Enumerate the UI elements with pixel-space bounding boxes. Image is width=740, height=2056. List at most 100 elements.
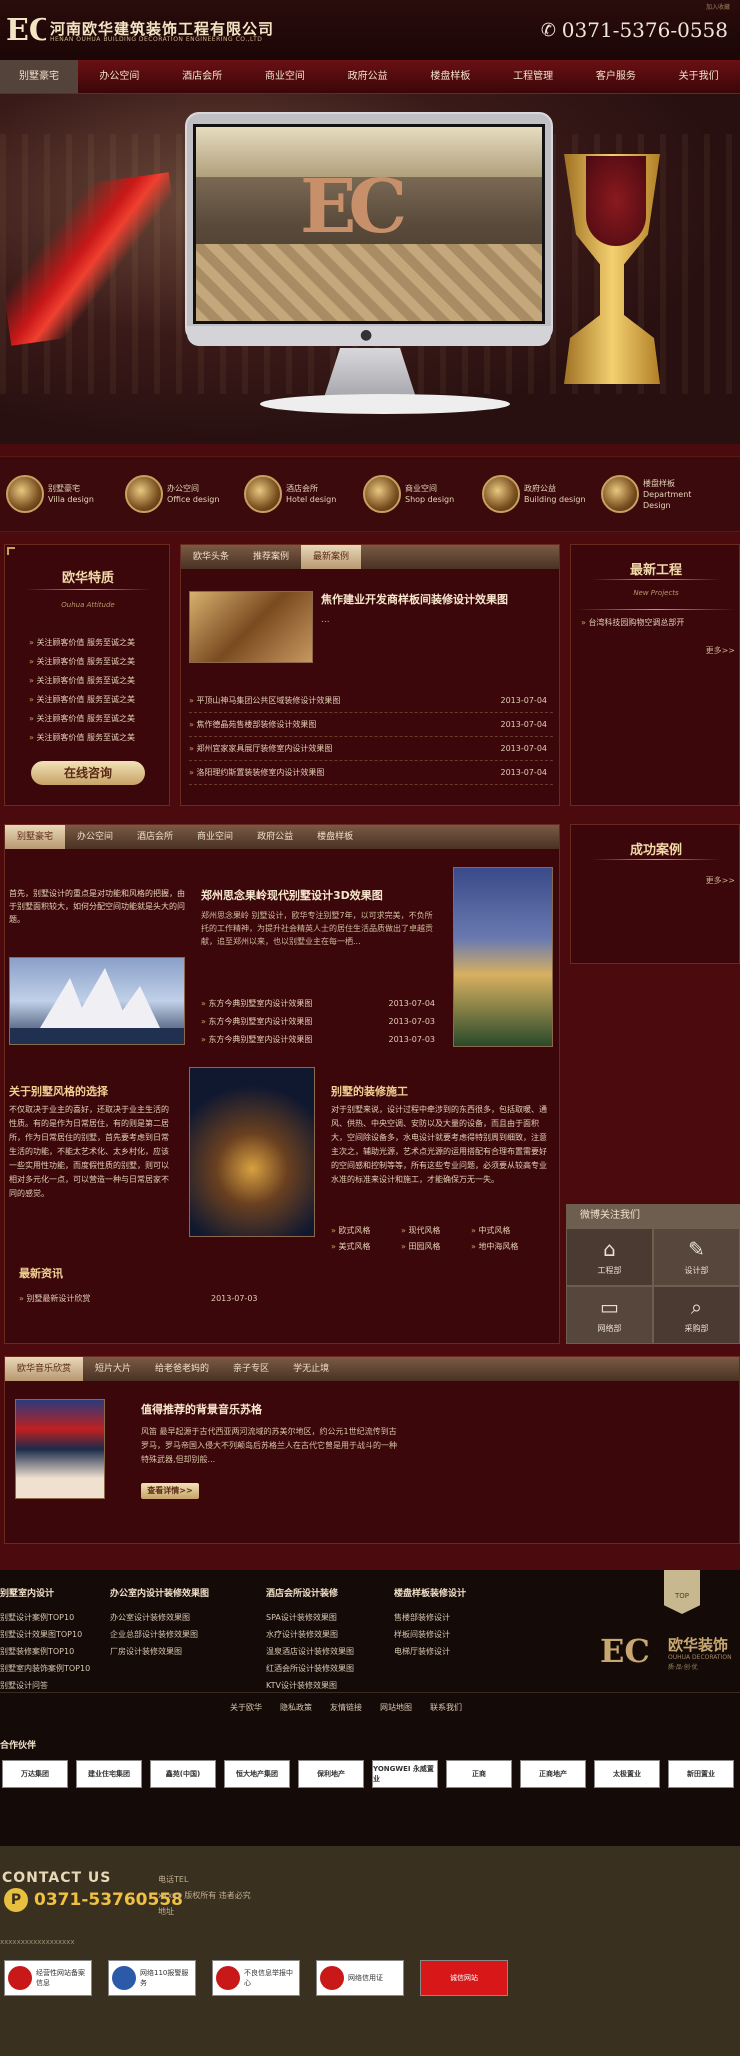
footer-link[interactable]: 厂房设计装修效果图 [110,1643,266,1660]
nav-item[interactable]: 客户服务 [575,60,658,93]
footer-bottom-link[interactable]: 友情链接 [330,1702,362,1713]
nav-item[interactable]: 工程管理 [492,60,575,93]
news-row[interactable]: 郑州宜家家具展厅装修室内设计效果图 2013-07-04 [189,737,553,761]
footer-link[interactable]: 红酒会所设计装修效果图 [266,1660,394,1677]
weibo-item[interactable]: ⌂ 工程部 [566,1228,653,1286]
footer-link[interactable]: 温泉酒店设计装修效果图 [266,1643,394,1660]
footer-bottom-link[interactable]: 联系我们 [430,1702,462,1713]
partner-logo[interactable]: 保利地产 [298,1760,364,1788]
success-more-link[interactable]: 更多>> [706,875,735,886]
features-item[interactable]: 关注顾客价值 服务至诚之美 [29,633,169,652]
online-consult-button[interactable]: 在线咨询 [31,761,145,785]
media-title[interactable]: 值得推荐的背景音乐苏格 [141,1401,262,1417]
footer-link[interactable]: 别墅室内装饰案例TOP10 [0,1660,110,1677]
style-tag[interactable]: 中式风格 [471,1223,541,1239]
footer-link[interactable]: 办公室设计装修效果图 [110,1609,266,1626]
city-night-image[interactable] [189,1067,315,1237]
partner-logo[interactable]: 建业住宅集团 [76,1760,142,1788]
style-tag[interactable]: 欧式风格 [331,1223,401,1239]
style-tag[interactable]: 地中海风格 [471,1239,541,1255]
footer-link[interactable]: SPA设计装修效果图 [266,1609,394,1626]
tab-item[interactable]: 给老爸老妈的 [143,1357,221,1381]
footer-link[interactable]: 样板间装修设计 [394,1626,514,1643]
case-row[interactable]: 东方今典别墅室内设计效果图 2013-07-04 [201,995,441,1013]
tab-item[interactable]: 欧华音乐欣赏 [5,1357,84,1381]
weibo-item[interactable]: ✎ 设计部 [653,1228,740,1286]
category-item[interactable]: 政府公益 Building design [482,457,601,531]
footer-link[interactable]: 企业总部设计装修效果图 [110,1626,266,1643]
tab-item[interactable]: 最新案例 [301,545,362,569]
footer-bottom-link[interactable]: 关于欧华 [230,1702,262,1713]
news-headline-image[interactable] [189,591,313,663]
nav-item[interactable]: 酒店会所 [161,60,244,93]
partner-logo[interactable]: YONGWEI 永威置业 [372,1760,438,1788]
footer-bottom-link[interactable]: 隐私政策 [280,1702,312,1713]
features-item[interactable]: 关注顾客价值 服务至诚之美 [29,690,169,709]
night-harbor-image[interactable] [453,867,553,1047]
trust-badge[interactable]: 网络信用证 [316,1960,404,1996]
banner[interactable]: EC ● [0,94,740,444]
latest-more-link[interactable]: 更多>> [706,645,735,656]
partner-logo[interactable]: 鑫苑(中国) [150,1760,216,1788]
tab-item[interactable]: 办公空间 [65,825,125,849]
category-item[interactable]: 商业空间 Shop design [363,457,482,531]
footer-link[interactable]: 售楼部装修设计 [394,1609,514,1626]
partner-logo[interactable]: 恒大地产集团 [224,1760,290,1788]
back-to-top-button[interactable]: TOP [664,1570,700,1614]
trust-badge[interactable]: 诚信网站 [420,1960,508,1996]
cases-feature-title[interactable]: 郑州思念果岭现代别墅设计3D效果图 [201,887,451,903]
category-item[interactable]: 楼盘样板 Department Design [601,457,720,531]
nav-item[interactable]: 办公空间 [78,60,161,93]
category-item[interactable]: 酒店会所 Hotel design [244,457,363,531]
tab-item[interactable]: 政府公益 [245,825,305,849]
tab-item[interactable]: 推荐案例 [241,545,301,569]
category-item[interactable]: 办公空间 Office design [125,457,244,531]
partner-logo[interactable]: 正商地产 [520,1760,586,1788]
tab-item[interactable]: 别墅豪宅 [5,825,66,849]
nav-item[interactable]: 关于我们 [657,60,740,93]
partner-logo[interactable]: 万达集团 [2,1760,68,1788]
style-title[interactable]: 关于别墅风格的选择 [9,1083,108,1099]
footer-link[interactable]: 别墅设计案例TOP10 [0,1609,110,1626]
news-row[interactable]: 平顶山神马集团公共区域装修设计效果图 2013-07-04 [189,689,553,713]
cases-news-item[interactable]: 别墅最新设计欣赏 [19,1289,189,1308]
features-item[interactable]: 关注顾客价值 服务至诚之美 [29,671,169,690]
tab-item[interactable]: 短片大片 [83,1357,143,1381]
media-details-button[interactable]: 查看详情>> [141,1483,199,1499]
partner-logo[interactable]: 正商 [446,1760,512,1788]
tab-item[interactable]: 亲子专区 [221,1357,281,1381]
nav-item[interactable]: 政府公益 [326,60,409,93]
top-links[interactable]: 加入收藏 [706,2,730,11]
news-row[interactable]: 焦作德晶苑售楼部装修设计效果图 2013-07-04 [189,713,553,737]
weibo-item[interactable]: ⌕ 采购部 [653,1286,740,1344]
footer-bottom-link[interactable]: 网站地图 [380,1702,412,1713]
news-headline[interactable]: 焦作建业开发商样板间装修设计效果图 [321,591,551,607]
news-row[interactable]: 洛阳理约斯置装装修室内设计效果图 2013-07-04 [189,761,553,785]
weibo-item[interactable]: ▭ 网络部 [566,1286,653,1344]
logo[interactable]: EC [6,12,53,48]
tab-item[interactable]: 学无止境 [281,1357,341,1381]
nav-item[interactable]: 楼盘样板 [409,60,492,93]
features-item[interactable]: 关注顾客价值 服务至诚之美 [29,652,169,671]
tab-item[interactable]: 欧华头条 [181,545,241,569]
footer-link[interactable]: 别墅设计效果图TOP10 [0,1626,110,1643]
nav-item[interactable]: 商业空间 [244,60,327,93]
latest-item[interactable]: 台湾科技园购物空调总部开 [581,613,737,632]
nav-item[interactable]: 别墅豪宅 [0,60,78,93]
features-item[interactable]: 关注顾客价值 服务至诚之美 [29,728,169,747]
category-item[interactable]: 别墅豪宅 Villa design [6,457,125,531]
style-tag[interactable]: 美式风格 [331,1239,401,1255]
trust-badge[interactable]: 不良信息举报中心 [212,1960,300,1996]
tab-item[interactable]: 楼盘样板 [305,825,365,849]
trust-badge[interactable]: 网络110报警服务 [108,1960,196,1996]
footer-link[interactable]: 水疗设计装修效果图 [266,1626,394,1643]
partner-logo[interactable]: 新田置业 [668,1760,734,1788]
footer-link[interactable]: 别墅装修案例TOP10 [0,1643,110,1660]
style-tag[interactable]: 现代风格 [401,1223,471,1239]
case-row[interactable]: 东方今典别墅室内设计效果图 2013-07-03 [201,1031,441,1049]
case-row[interactable]: 东方今典别墅室内设计效果图 2013-07-03 [201,1013,441,1031]
style-tag[interactable]: 田园风格 [401,1239,471,1255]
footer-link[interactable]: 电梯厅装修设计 [394,1643,514,1660]
tab-item[interactable]: 酒店会所 [125,825,185,849]
trust-badge[interactable]: 经营性网站备案信息 [4,1960,92,1996]
